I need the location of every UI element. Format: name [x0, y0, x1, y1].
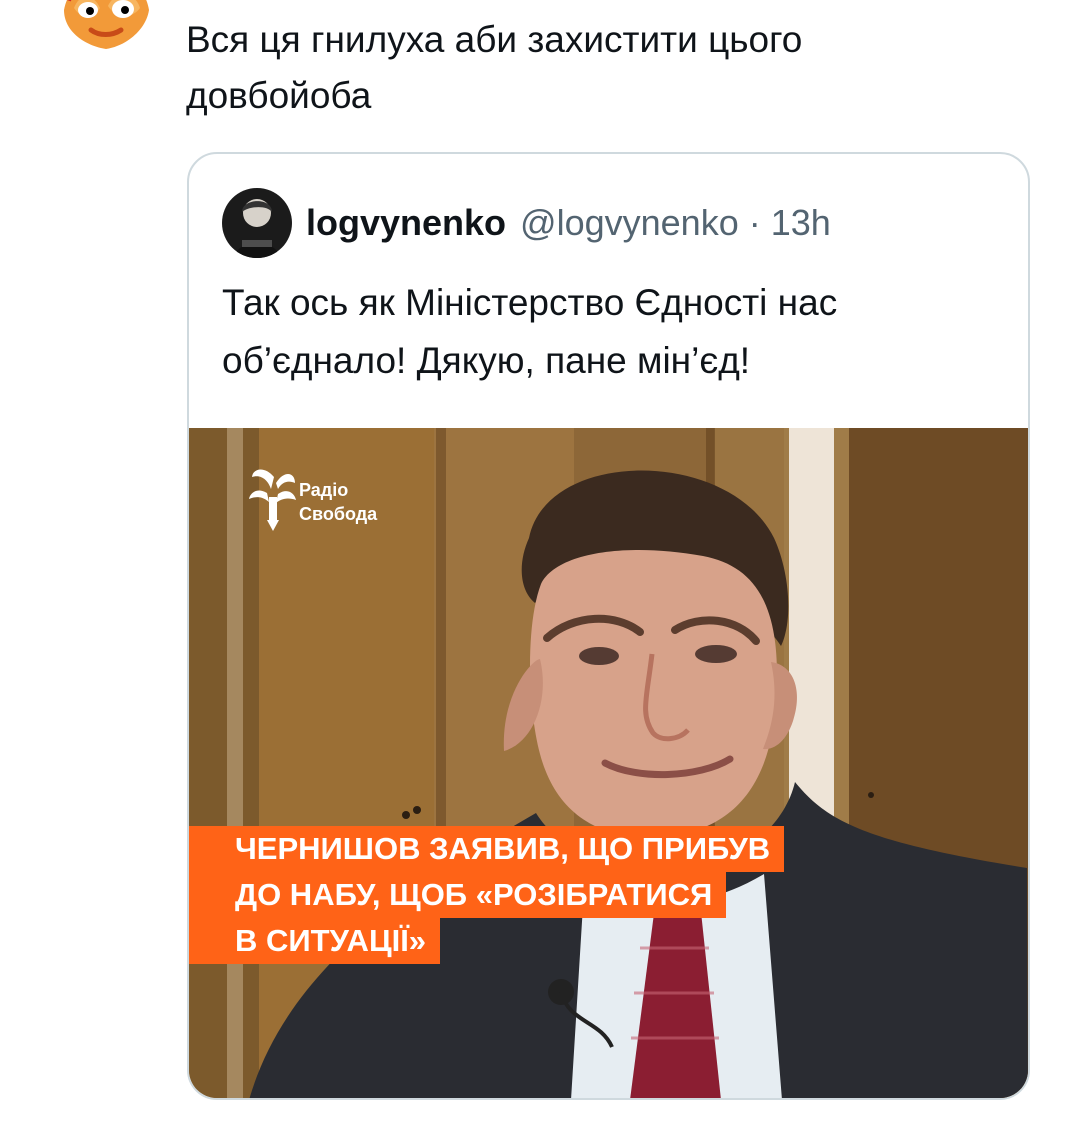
- quoted-tweet-text-line-2: об’єднало! Дякую, пане мін’єд!: [222, 340, 751, 381]
- logo-line-1: Радіо: [299, 480, 349, 500]
- quoted-author-avatar-icon[interactable]: [222, 188, 292, 258]
- quoted-tweet-header[interactable]: logvynenko @logvynenko · 13h: [222, 188, 831, 258]
- tweet-text-line-2: довбойоба: [186, 75, 372, 116]
- logo-line-2: Свобода: [299, 504, 378, 524]
- quoted-tweet-time[interactable]: 13h: [771, 202, 831, 244]
- caption-line-2: ДО НАБУ, ЩОБ «РОЗІБРАТИСЯ: [189, 872, 727, 918]
- caption-line-1: ЧЕРНИШОВ ЗАЯВИВ, ЩО ПРИБУВ: [189, 826, 785, 872]
- user-avatar-icon[interactable]: [52, 0, 160, 56]
- radio-svoboda-logo-text: Радіо Свобода: [299, 478, 377, 526]
- quoted-tweet-media[interactable]: Радіо Свобода ЧЕРНИШОВ ЗАЯВИВ, ЩО ПРИБУВ…: [189, 428, 1028, 1098]
- quoted-tweet-text-line-1: Так ось як Міністерство Єдності нас: [222, 282, 838, 323]
- quoted-author-handle[interactable]: @logvynenko: [520, 202, 739, 244]
- caption-line-3: В СИТУАЦІЇ»: [189, 918, 440, 964]
- tweet-text-line-1: Вся ця гнилуха аби захистити цього: [186, 19, 803, 60]
- quoted-tweet-card[interactable]: logvynenko @logvynenko · 13h Так ось як …: [187, 152, 1030, 1100]
- tweet-text: Вся ця гнилуха аби захистити цього довбо…: [186, 12, 1006, 124]
- timestamp-separator: ·: [748, 202, 761, 243]
- quoted-tweet-text: Так ось як Міністерство Єдності нас об’є…: [222, 274, 1012, 390]
- news-caption: ЧЕРНИШОВ ЗАЯВИВ, ЩО ПРИБУВ ДО НАБУ, ЩОБ …: [189, 826, 829, 964]
- quoted-author-name[interactable]: logvynenko: [306, 202, 506, 244]
